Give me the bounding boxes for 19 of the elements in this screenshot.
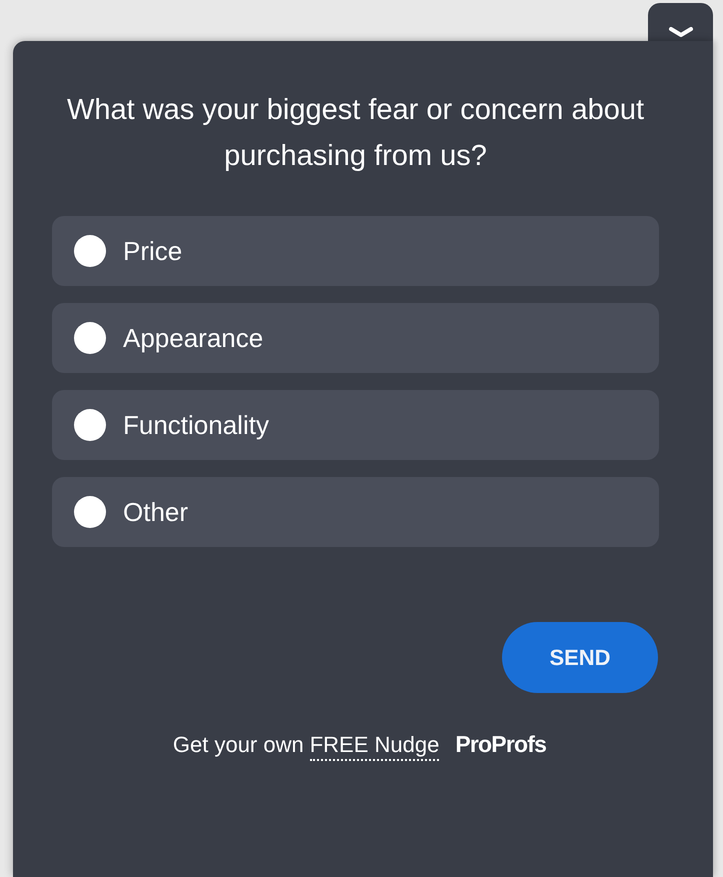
answer-option[interactable]: Price [52,216,659,286]
radio-button[interactable] [74,322,106,354]
send-button[interactable]: SEND [502,622,658,693]
chevron-down-icon [668,27,692,38]
option-label: Appearance [123,322,264,354]
footer-text: Get your own [172,732,304,758]
radio-button[interactable] [74,235,106,267]
answer-option[interactable]: Appearance [52,303,659,373]
radio-button[interactable] [74,496,106,528]
collapse-toggle[interactable] [648,3,713,41]
question-title: What was your biggest fear or concern about purchasing from us? [66,93,646,174]
option-label: Price [123,236,182,266]
radio-button[interactable] [74,409,106,441]
option-label: Functionality [123,410,269,440]
answer-option[interactable]: Functionality [52,390,659,460]
option-label: Other [123,496,188,528]
brand-logo[interactable]: ProProfs [455,731,546,758]
free-nudge-link[interactable]: FREE Nudge [310,732,440,761]
answer-option[interactable]: Other [52,477,659,547]
